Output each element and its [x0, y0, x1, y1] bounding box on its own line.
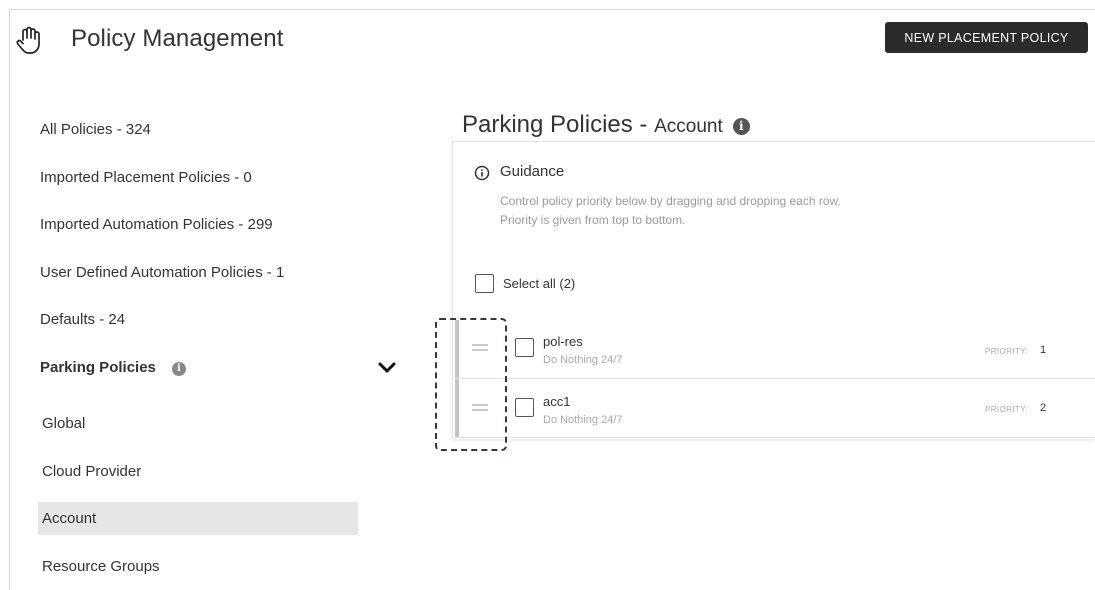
info-icon[interactable]: i: [732, 118, 750, 135]
drag-handle-icon[interactable]: [472, 404, 488, 412]
drag-handle-icon[interactable]: [472, 344, 488, 352]
sidebar-item-defaults[interactable]: Defaults - 24: [40, 311, 125, 328]
guidance-title: Guidance: [500, 163, 565, 180]
guidance-line-1: Control policy priority below by draggin…: [500, 194, 841, 208]
section-title: Parking Policies - Account i: [462, 111, 750, 139]
sidebar-item-all-policies[interactable]: All Policies - 324: [40, 121, 151, 138]
sidebar-subitem-cloud-provider[interactable]: Cloud Provider: [42, 463, 141, 480]
section-title-text: Parking Policies -: [462, 111, 655, 138]
policy-name: pol-res: [543, 334, 583, 349]
row-checkbox[interactable]: [515, 338, 534, 357]
priority-value: 2: [1040, 402, 1047, 414]
policy-description: Do Nothing 24/7: [543, 354, 623, 366]
sidebar-item-user-defined-automation[interactable]: User Defined Automation Policies - 1: [40, 264, 284, 281]
sidebar-subitem-global[interactable]: Global: [42, 415, 85, 432]
sidebar-item-label: Parking Policies: [40, 359, 156, 376]
row-checkbox[interactable]: [515, 398, 534, 417]
hand-icon: [16, 26, 40, 54]
info-icon[interactable]: i: [171, 362, 186, 376]
new-placement-policy-button[interactable]: NEW PLACEMENT POLICY: [885, 22, 1088, 53]
section-scope: Account: [654, 116, 723, 137]
sidebar-item-parking-policies[interactable]: Parking Policies i: [40, 359, 186, 376]
select-all-checkbox[interactable]: [475, 274, 494, 293]
priority-label: PRIORITY:: [985, 405, 1029, 414]
priority-label: PRIORITY:: [985, 347, 1029, 356]
sidebar-subitem-resource-groups[interactable]: Resource Groups: [42, 558, 160, 575]
policy-description: Do Nothing 24/7: [543, 414, 623, 426]
row-drag-bar: [455, 379, 459, 437]
info-circle-icon: [474, 165, 490, 181]
sidebar-item-imported-placement[interactable]: Imported Placement Policies - 0: [40, 169, 252, 186]
sidebar-item-imported-automation[interactable]: Imported Automation Policies - 299: [40, 216, 273, 233]
row-drag-bar: [455, 320, 459, 378]
policy-name: acc1: [543, 394, 571, 409]
select-all-label: Select all (2): [503, 276, 576, 291]
chevron-down-icon[interactable]: [378, 361, 396, 375]
page-title: Policy Management: [71, 25, 284, 52]
sidebar-subitem-account[interactable]: Account: [42, 510, 96, 527]
priority-value: 1: [1040, 344, 1047, 356]
row-divider: [455, 437, 1095, 438]
guidance-line-2: Priority is given from top to bottom.: [500, 213, 686, 227]
